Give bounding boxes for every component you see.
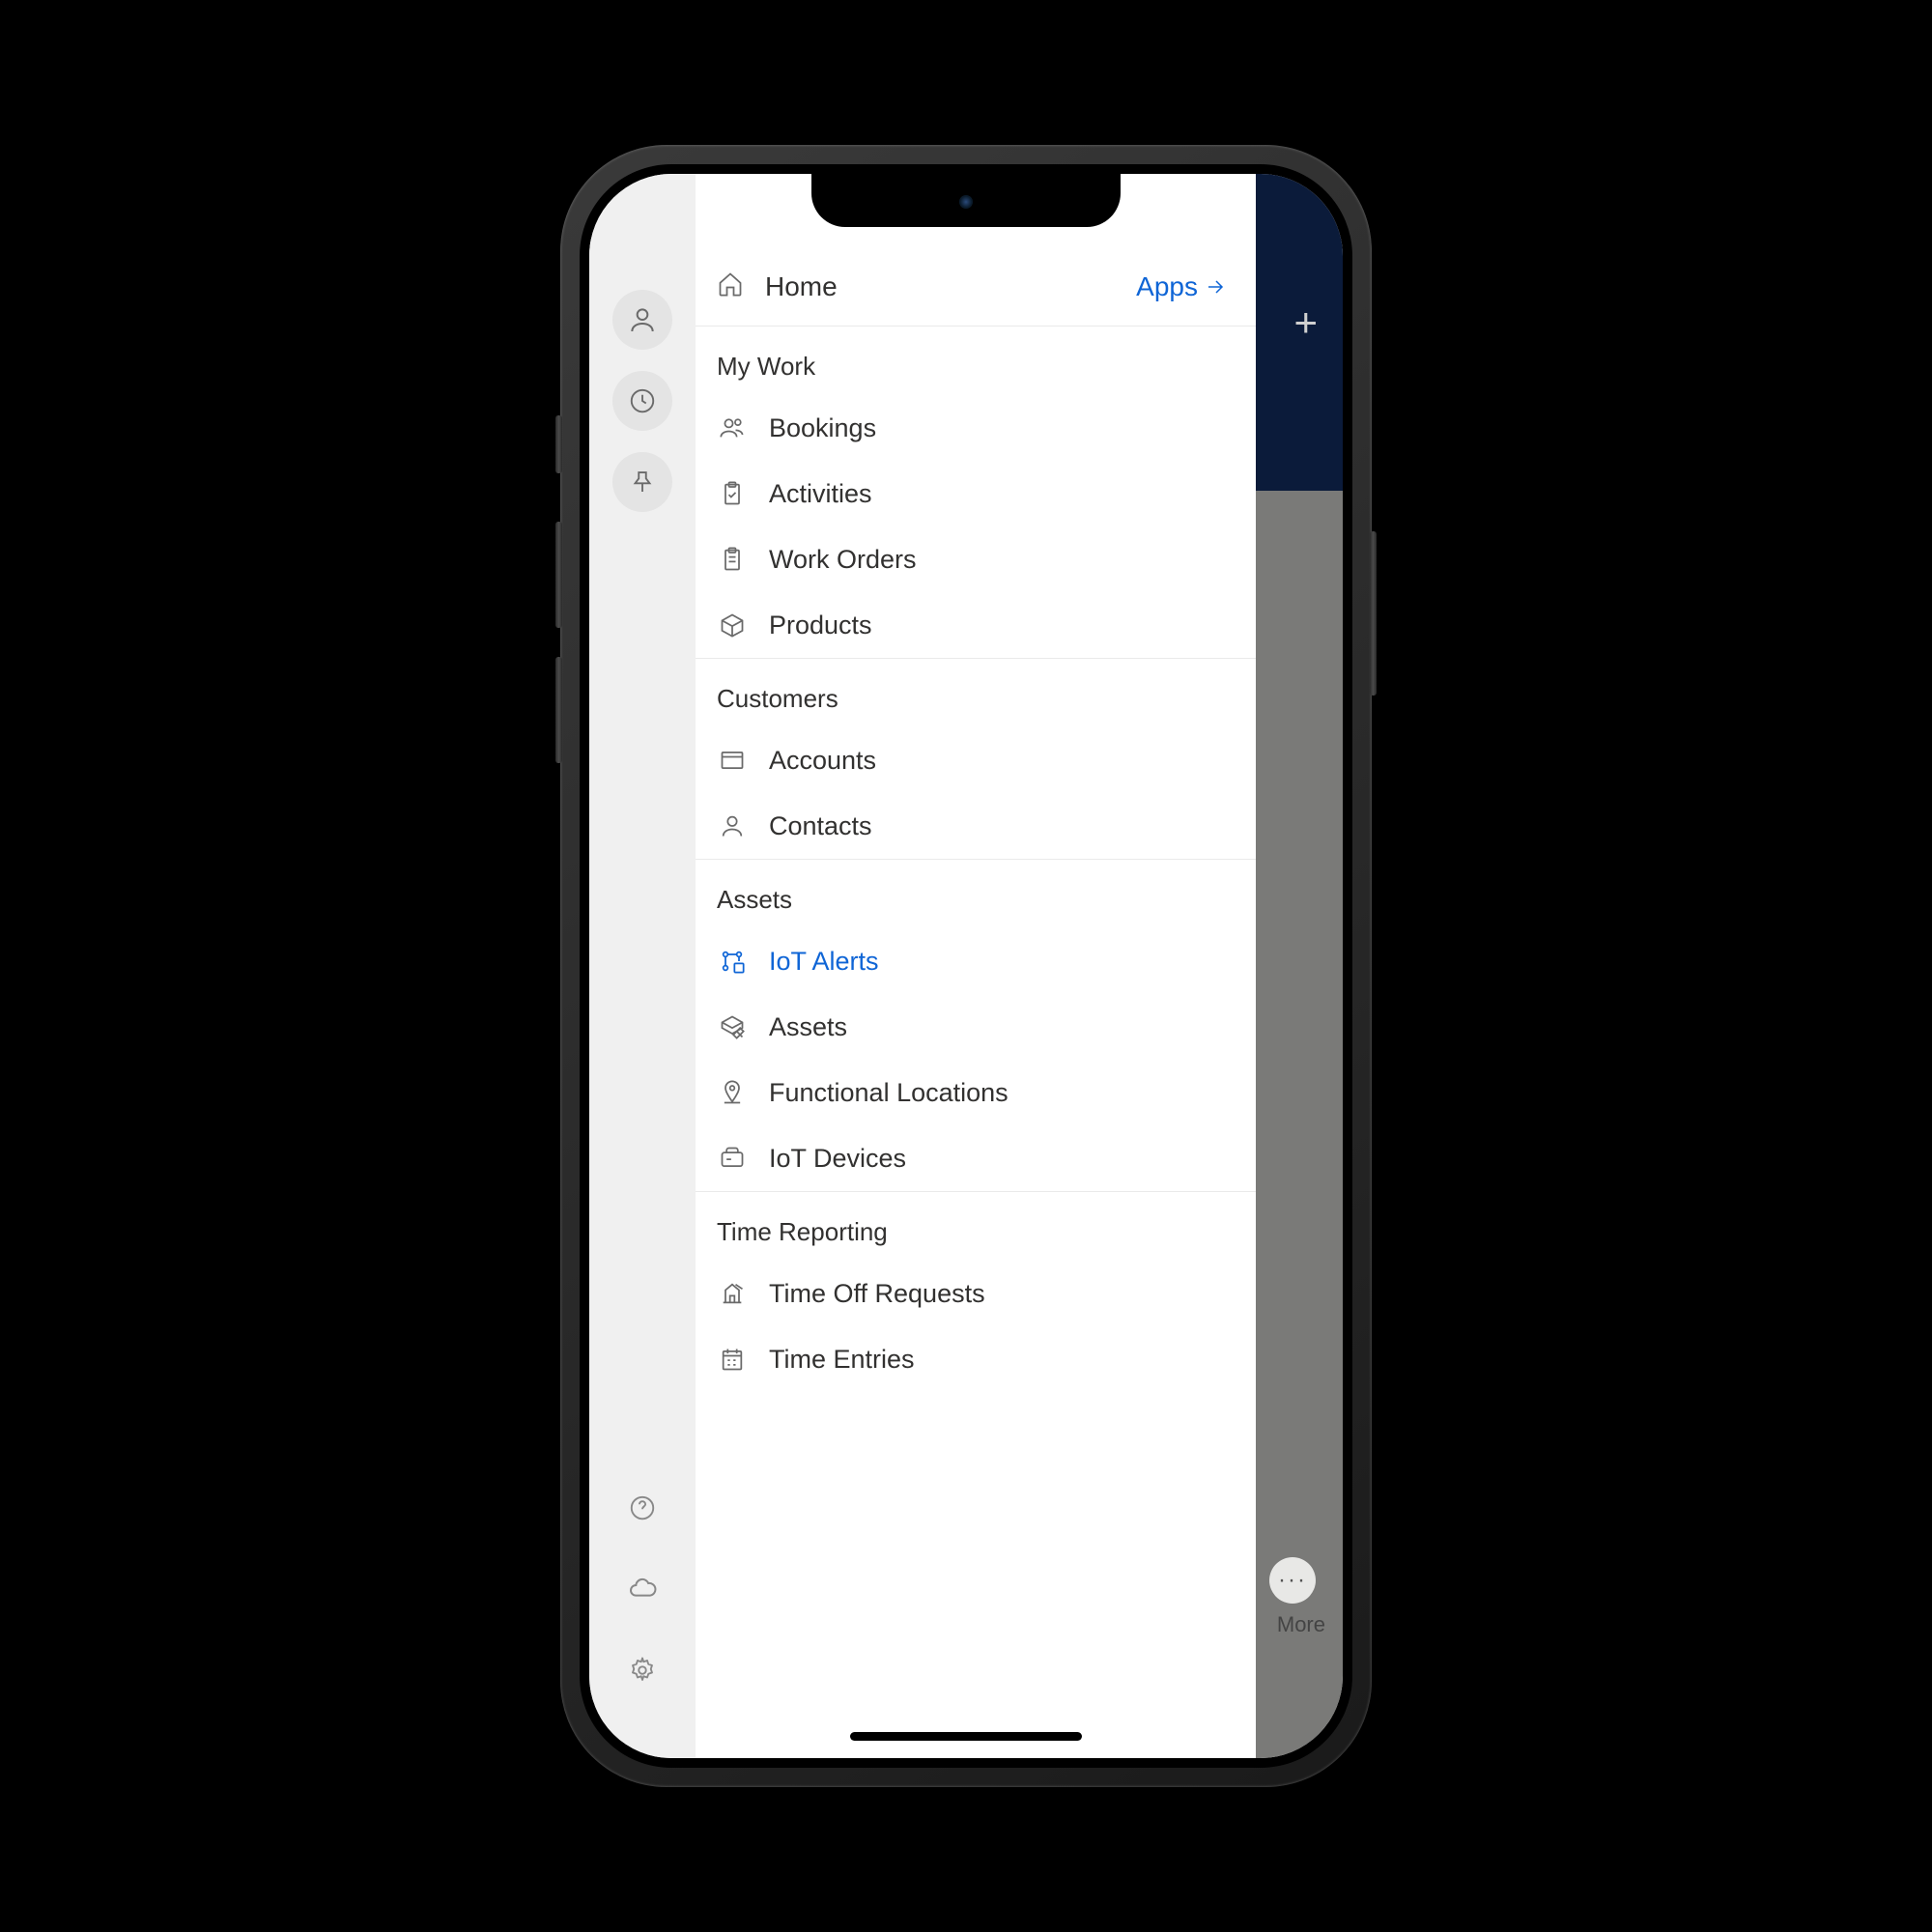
nav-item-assets[interactable]: Assets (696, 994, 1256, 1060)
nav-item-label: Assets (769, 1012, 847, 1042)
nav-item-label: Functional Locations (769, 1078, 1009, 1108)
notch (811, 174, 1121, 227)
nav-item-iot-alerts[interactable]: IoT Alerts (696, 928, 1256, 994)
section-header: Assets (696, 859, 1256, 928)
box-icon (717, 610, 748, 640)
cloud-icon (627, 1574, 658, 1605)
power-button (1370, 531, 1377, 696)
more-label: More (1277, 1612, 1325, 1637)
people-icon (717, 412, 748, 443)
nav-item-label: Contacts (769, 811, 872, 841)
section-header: My Work (696, 327, 1256, 395)
calendar-icon (717, 1344, 748, 1375)
section-header: Time Reporting (696, 1191, 1256, 1261)
pin-icon (628, 468, 657, 497)
nav-item-iot-devices[interactable]: IoT Devices (696, 1125, 1256, 1191)
arrow-right-icon (1204, 275, 1227, 298)
nav-item-bookings[interactable]: Bookings (696, 395, 1256, 461)
nav-item-products[interactable]: Products (696, 592, 1256, 658)
person-icon (717, 810, 748, 841)
backdrop[interactable]: + ··· More (1256, 174, 1343, 1758)
location-pin-icon (717, 1077, 748, 1108)
nav-item-accounts[interactable]: Accounts (696, 727, 1256, 793)
left-rail (589, 174, 696, 1758)
volume-up-button (555, 522, 562, 628)
nav-item-label: IoT Devices (769, 1144, 906, 1174)
mute-switch (555, 415, 562, 473)
clipboard-icon (717, 544, 748, 575)
device-icon (717, 1143, 748, 1174)
nav-item-label: Bookings (769, 413, 876, 443)
recent-button[interactable] (612, 371, 672, 431)
settings-button[interactable] (612, 1640, 672, 1700)
help-icon (628, 1493, 657, 1522)
apps-label: Apps (1136, 271, 1198, 302)
nav-item-label: Work Orders (769, 545, 917, 575)
nav-item-label: Time Entries (769, 1345, 915, 1375)
time-off-icon (717, 1278, 748, 1309)
clock-icon (628, 386, 657, 415)
volume-down-button (555, 657, 562, 763)
person-icon (627, 304, 658, 335)
home-icon (717, 270, 744, 302)
folder-icon (717, 745, 748, 776)
nav-item-label: Time Off Requests (769, 1279, 985, 1309)
nav-item-time-off-requests[interactable]: Time Off Requests (696, 1261, 1256, 1326)
nav-item-time-entries[interactable]: Time Entries (696, 1326, 1256, 1392)
iot-alert-icon (717, 946, 748, 977)
home-link[interactable]: Home (765, 271, 1136, 302)
phone-frame: Home Apps My Work Bookings Activities Work … (560, 145, 1372, 1787)
nav-item-activities[interactable]: Activities (696, 461, 1256, 526)
nav-item-label: Activities (769, 479, 872, 509)
nav-item-contacts[interactable]: Contacts (696, 793, 1256, 859)
screen: Home Apps My Work Bookings Activities Work … (589, 174, 1343, 1758)
section-header: Customers (696, 658, 1256, 727)
nav-item-label: Accounts (769, 746, 876, 776)
add-button[interactable]: + (1293, 299, 1318, 346)
nav-scroll[interactable]: My Work Bookings Activities Work Orders Prod… (696, 327, 1256, 1758)
pin-button[interactable] (612, 452, 672, 512)
gear-icon (628, 1656, 657, 1685)
home-indicator[interactable] (850, 1732, 1082, 1741)
nav-item-work-orders[interactable]: Work Orders (696, 526, 1256, 592)
more-dots[interactable]: ··· (1269, 1557, 1316, 1604)
clipboard-check-icon (717, 478, 748, 509)
nav-item-label: IoT Alerts (769, 947, 879, 977)
nav-item-label: Products (769, 611, 872, 640)
apps-link[interactable]: Apps (1136, 271, 1227, 302)
box-edit-icon (717, 1011, 748, 1042)
cloud-button[interactable] (612, 1559, 672, 1619)
nav-panel: Home Apps My Work Bookings Activities Work … (696, 174, 1256, 1758)
profile-button[interactable] (612, 290, 672, 350)
nav-item-functional-locations[interactable]: Functional Locations (696, 1060, 1256, 1125)
help-button[interactable] (612, 1478, 672, 1538)
